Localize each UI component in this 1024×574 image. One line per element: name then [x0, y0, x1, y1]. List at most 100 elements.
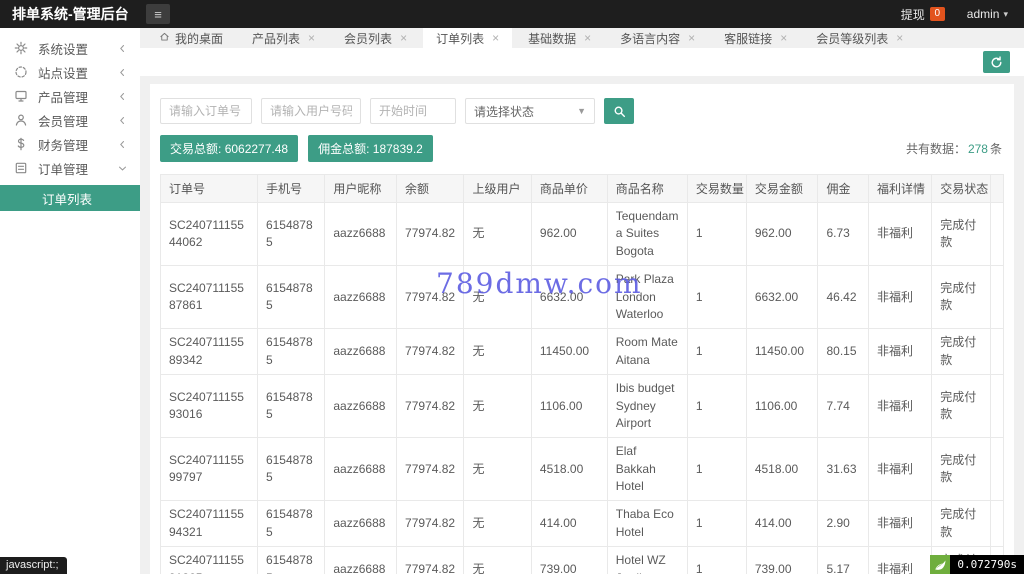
table-cell: 77974.82: [397, 501, 464, 547]
user-menu[interactable]: admin ▾: [967, 7, 1008, 21]
table-cell: aazz6688: [325, 501, 397, 547]
sidebar-item-label: 会员管理: [38, 111, 88, 130]
tab-label: 多语言内容: [620, 30, 680, 47]
table-cell: 80.15: [818, 329, 869, 375]
table-cell: Ibis budget Sydney Airport: [607, 375, 687, 438]
page: 排单系统-管理后台 ≡ 提现 0 admin ▾ 系统设置站点设置产品管理会员管…: [0, 0, 1024, 574]
sidebar-item[interactable]: 会员管理: [0, 108, 140, 132]
table-cell: 739.00: [746, 547, 818, 574]
tab-item[interactable]: 客服链接×: [711, 28, 800, 48]
table-cell: 无: [464, 329, 531, 375]
table-cell: 1106.00: [746, 375, 818, 438]
tab-item[interactable]: 产品列表 ×: [239, 28, 328, 48]
tab-bar: 我的桌面产品列表×会员列表×订单列表×基础数据×多语言内容×客服链接×会员等级列…: [140, 28, 1024, 48]
table-cell: 962.00: [746, 203, 818, 266]
col-quantity: 交易数量: [687, 175, 746, 203]
main-area: 我的桌面产品列表×会员列表×订单列表×基础数据×多语言内容×客服链接×会员等级列…: [140, 28, 1024, 574]
search-button[interactable]: [604, 98, 634, 124]
username: admin: [967, 7, 1000, 21]
table-cell: 7.74: [818, 375, 869, 438]
user-no-input[interactable]: [261, 98, 361, 124]
tab-close-icon[interactable]: ×: [780, 31, 787, 45]
table-cell: Room Mate Aitana: [607, 329, 687, 375]
status-select[interactable]: 请选择状态 ▼: [465, 98, 595, 124]
table-cell: 77974.82: [397, 375, 464, 438]
withdraw-button[interactable]: 提现 0: [901, 6, 945, 23]
tab-close-icon[interactable]: ×: [308, 31, 315, 45]
table-cell: 4518.00: [746, 438, 818, 501]
product-icon: [14, 89, 28, 103]
tab-item[interactable]: 会员等级列表 ×: [803, 28, 916, 48]
commission-total-badge: 佣金总额: 187839.2: [308, 135, 433, 162]
sidebar-item[interactable]: 订单管理: [0, 156, 140, 180]
tab-item[interactable]: 基础数据 ×: [515, 28, 604, 48]
refresh-button[interactable]: [983, 51, 1010, 73]
tab-close-icon[interactable]: ×: [896, 31, 903, 45]
table-cell: [991, 266, 1004, 329]
sidebar-item[interactable]: 站点设置: [0, 60, 140, 84]
tab-item[interactable]: 我的桌面: [146, 28, 236, 48]
top-header: 排单系统-管理后台 ≡ 提现 0 admin ▾: [0, 0, 1024, 28]
chevron-down-icon: [117, 163, 128, 174]
chevron-left-icon: [117, 67, 128, 78]
table-cell: 无: [464, 547, 531, 574]
tab-close-icon[interactable]: ×: [584, 31, 591, 45]
table-cell: 1: [687, 266, 746, 329]
search-icon: [613, 105, 626, 118]
table-cell: [991, 203, 1004, 266]
tab-label: 会员等级列表: [816, 30, 888, 47]
table-cell: Elaf Bakkah Hotel: [607, 438, 687, 501]
start-time-input[interactable]: [370, 98, 456, 124]
table-cell: 1: [687, 329, 746, 375]
chevron-down-icon: ▾: [1003, 9, 1008, 20]
table-cell: 非福利: [869, 329, 932, 375]
table-cell: SC24071115599797: [161, 438, 258, 501]
sidebar-item-label: 站点设置: [38, 63, 88, 82]
table-cell: 414.00: [746, 501, 818, 547]
status-select-value: 请选择状态: [474, 103, 534, 120]
table-cell: aazz6688: [325, 329, 397, 375]
table-cell: 61548785: [257, 438, 324, 501]
table-cell: [991, 501, 1004, 547]
hamburger-menu-icon[interactable]: ≡: [146, 4, 170, 24]
tab-label: 产品列表: [252, 30, 300, 47]
col-commission: 佣金: [818, 175, 869, 203]
table-cell: 完成付款: [932, 329, 991, 375]
table-cell: 完成付款: [932, 203, 991, 266]
table-cell: SC24071115589342: [161, 329, 258, 375]
content-area: 请选择状态 ▼ 交易总额: 6062277.48 佣金总额: 187839.2: [140, 76, 1024, 574]
sidebar-item[interactable]: 系统设置: [0, 36, 140, 60]
toolbar-strip: [140, 48, 1024, 76]
tab-item[interactable]: 订单列表×: [423, 28, 512, 48]
link-preview-tooltip: javascript:;: [0, 557, 67, 574]
table-cell: 6632.00: [746, 266, 818, 329]
table-cell: 77974.82: [397, 266, 464, 329]
sidebar-item-label: 产品管理: [38, 87, 88, 106]
tab-label: 基础数据: [528, 30, 576, 47]
table-cell: 77974.82: [397, 547, 464, 574]
refresh-icon: [990, 56, 1003, 69]
table-cell: 无: [464, 501, 531, 547]
table-cell: 61548785: [257, 375, 324, 438]
col-welfare: 福利详情: [869, 175, 932, 203]
order-no-input[interactable]: [160, 98, 252, 124]
tab-close-icon[interactable]: ×: [492, 31, 499, 45]
table-cell: 31.63: [818, 438, 869, 501]
table-cell: aazz6688: [325, 375, 397, 438]
col-order-no: 订单号: [161, 175, 258, 203]
sidebar-item-order-list[interactable]: 订单列表: [0, 185, 140, 211]
app-title: 排单系统-管理后台: [0, 4, 140, 24]
gear-icon: [14, 41, 28, 55]
site-icon: [14, 65, 28, 79]
tab-label: 我的桌面: [175, 30, 223, 47]
tab-close-icon[interactable]: ×: [688, 31, 695, 45]
table-cell: 无: [464, 375, 531, 438]
sidebar-item[interactable]: 财务管理: [0, 132, 140, 156]
tab-item[interactable]: 会员列表×: [331, 28, 420, 48]
trade-total-value: 6062277.48: [225, 142, 288, 156]
tab-item[interactable]: 多语言内容 ×: [607, 28, 708, 48]
sidebar-item[interactable]: 产品管理: [0, 84, 140, 108]
col-upline: 上级用户: [464, 175, 531, 203]
tab-close-icon[interactable]: ×: [400, 31, 407, 45]
table-cell: 46.42: [818, 266, 869, 329]
